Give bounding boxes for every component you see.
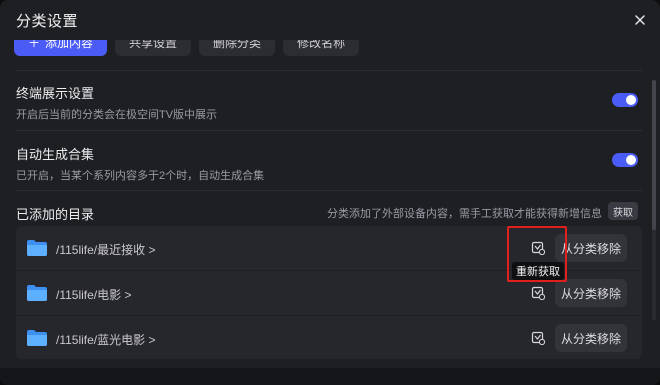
toggle-knob [626,95,636,105]
close-icon [635,15,645,25]
refetch-tooltip: 重新获取 [512,262,564,280]
folder-icon [27,240,47,256]
folder-icon [27,330,47,346]
auto-collection-toggle[interactable] [612,153,638,167]
divider [16,190,642,191]
close-button[interactable] [630,10,650,30]
directory-path[interactable]: /115life/电影 > [56,286,131,303]
list-item[interactable]: /115life/蓝光电影 > 从分类移除 [16,316,642,359]
scrollbar[interactable] [652,80,656,320]
refetch-icon[interactable] [531,286,545,300]
directory-list: /115life/最近接收 > 从分类移除 /115life/电影 > 从分类移… [16,226,642,359]
divider [16,130,642,131]
tv-display-toggle[interactable] [612,93,638,107]
auto-collection-setting-desc: 已开启，当某个系列内容多于2个时，自动生成合集 [16,170,265,182]
directory-path[interactable]: /115life/最近接收 > [56,241,155,258]
refetch-icon[interactable] [531,241,545,255]
dialog-header: 分类设置 [0,0,660,40]
added-directories-title: 已添加的目录 [16,207,95,222]
toggle-knob [626,155,636,165]
tv-display-setting-desc: 开启后当前的分类会在极空间TV版中展示 [16,109,218,121]
tv-display-setting-title: 终端展示设置 [16,86,95,101]
remove-from-category-button[interactable]: 从分类移除 [555,324,627,352]
remove-from-category-button[interactable]: 从分类移除 [555,279,627,307]
category-settings-dialog: ＋ 添加内容 共享设置 删除分类 修改名称 分类设置 终端展示设置 开启后当前的… [0,0,660,385]
refetch-icon[interactable] [531,331,545,345]
directories-hint: 分类添加了外部设备内容，需手工获取才能获得新增信息 [327,208,602,220]
fetch-button[interactable]: 获取 [608,202,638,220]
scrollbar-thumb[interactable] [652,80,656,230]
divider [16,70,642,71]
remove-from-category-button[interactable]: 从分类移除 [555,234,627,262]
dialog-bottom-area [0,368,660,385]
auto-collection-setting-title: 自动生成合集 [16,147,95,162]
dialog-title: 分类设置 [16,12,79,30]
folder-icon [27,285,47,301]
directory-path[interactable]: /115life/蓝光电影 > [56,331,155,348]
